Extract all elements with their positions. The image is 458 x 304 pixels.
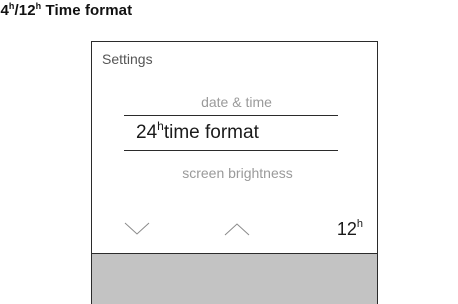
chevron-up-svg [224,223,250,236]
screen-title: Settings [102,51,153,67]
heading-24: 24 [0,2,9,19]
select-12h-value: 12 [336,219,357,239]
page-heading: 24h/12h Time format [0,2,133,20]
heading-slash-12: /12 [14,2,36,19]
page: 24h/12h Time format Settings date & time… [0,0,458,304]
chevron-down-icon[interactable] [124,222,150,236]
selected-label-24: 24 [136,122,158,143]
chevron-down-svg [124,222,150,235]
menu-item-date-time[interactable]: date & time [92,94,377,110]
device-screen: Settings date & time 24htime format scre… [92,42,377,254]
heading-rest: Time format [41,2,133,19]
selected-label-sup: h [157,119,164,133]
menu-item-screen-brightness[interactable]: screen brightness [92,165,377,181]
menu-item-time-format-selected[interactable]: 24htime format [124,115,338,151]
selected-label-rest: time format [163,122,259,143]
selected-label: 24htime format [136,119,259,144]
device-lower-panel [92,254,377,304]
select-12h-sup: h [356,218,363,230]
chevron-up-icon[interactable] [224,222,250,236]
device-frame: Settings date & time 24htime format scre… [91,41,378,304]
select-12h-button[interactable]: 12h [337,219,363,240]
